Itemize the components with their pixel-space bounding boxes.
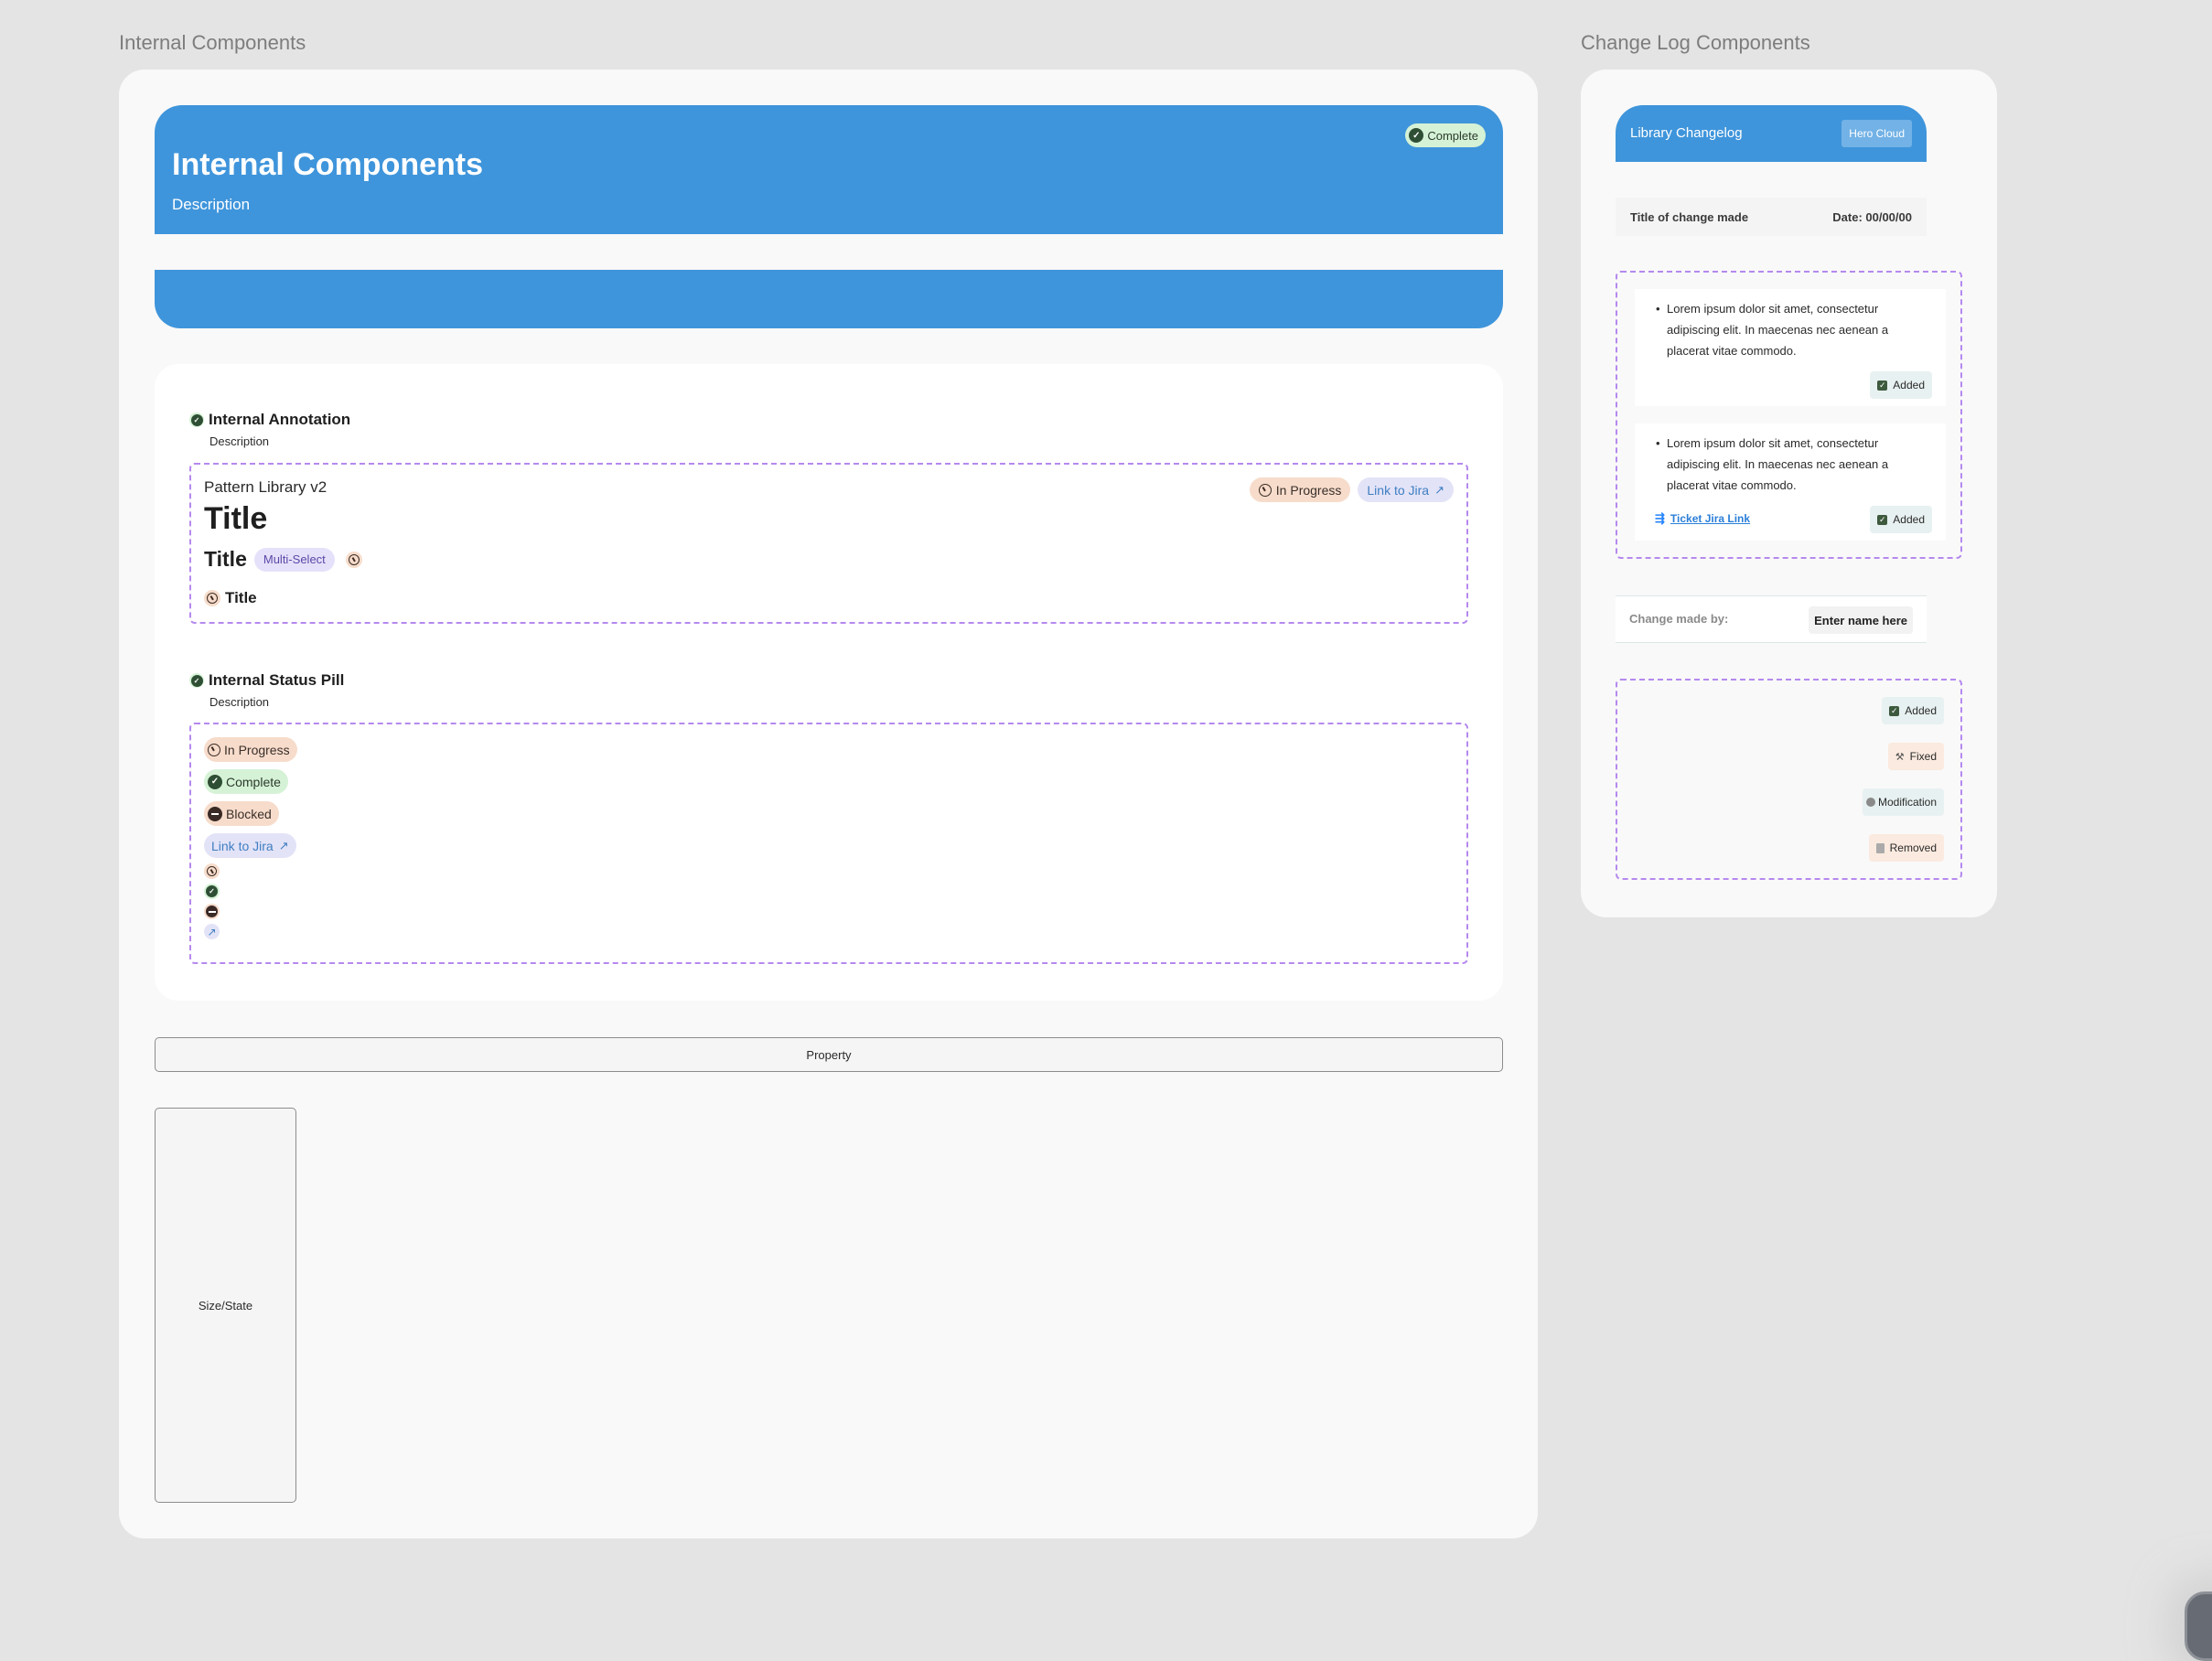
tag-label: Fixed <box>1909 750 1937 763</box>
changelog-title: Library Changelog <box>1630 125 1743 141</box>
pill-label: Blocked <box>226 806 272 821</box>
trash-icon <box>1875 842 1884 853</box>
tag-label: Added <box>1905 704 1937 717</box>
tag-added: ✓ Added <box>1870 506 1932 533</box>
pill-label: Link to Jira <box>1367 482 1430 498</box>
title-medium: Title <box>204 547 247 571</box>
bullet: • <box>1656 302 1660 316</box>
changelog-entries-frame: • Lorem ipsum dolor sit amet, consectetu… <box>1616 271 1962 559</box>
tag-label: Added <box>1893 513 1925 526</box>
section-title-text: Internal Annotation <box>209 411 351 428</box>
page-title: Internal Components <box>172 147 484 182</box>
jira-ticket-link[interactable]: ⇶ Ticket Jira Link <box>1655 511 1750 526</box>
check-circle-icon: ✓ <box>208 774 222 789</box>
check-circle-icon: ✓ <box>190 674 203 687</box>
section-description: Description <box>209 695 270 709</box>
change-date: Date: 00/00/00 <box>1832 210 1912 224</box>
change-title: Title of change made <box>1630 210 1749 224</box>
pill-label: Complete <box>226 774 281 789</box>
title-medium-row: Title Multi-Select <box>204 547 362 572</box>
author-label: Change made by: <box>1629 612 1729 626</box>
section-title-text: Internal Status Pill <box>209 671 345 689</box>
blocked-icon <box>208 806 222 821</box>
external-link-icon: ↗ <box>1434 482 1444 497</box>
size-state-box: Size/State <box>155 1108 296 1503</box>
status-pill-blocked: Blocked <box>204 801 279 826</box>
checkbox-icon: ✓ <box>1889 705 1900 716</box>
tag-label: Removed <box>1889 841 1937 854</box>
check-circle-icon: ✓ <box>1409 128 1424 143</box>
annotation-pills: In Progress Link to Jira ↗ <box>1249 477 1454 502</box>
tag-label: Modification <box>1877 796 1937 809</box>
changelog-entry: • Lorem ipsum dolor sit amet, consectetu… <box>1635 289 1946 406</box>
title-large: Title <box>204 501 268 536</box>
status-pill-in-progress: In Progress <box>1249 477 1351 502</box>
components-card: ✓ Internal Annotation Description Patter… <box>155 364 1503 1001</box>
bullet: • <box>1656 436 1660 450</box>
floating-widget-button[interactable] <box>2185 1591 2212 1661</box>
clock-icon <box>208 743 220 756</box>
change-log-panel: Library Changelog Hero Cloud Title of ch… <box>1581 70 1997 917</box>
jira-icon: ⇶ <box>1655 511 1665 525</box>
changelog-tags-frame: ✓ Added ⚒ Fixed Modification Removed <box>1616 679 1962 880</box>
changelog-header: Library Changelog Hero Cloud <box>1616 105 1927 162</box>
property-bar: Property <box>155 1037 1503 1072</box>
tag-added: ✓ Added <box>1870 371 1932 399</box>
tag-modification: Modification <box>1862 788 1944 816</box>
clock-icon <box>348 553 360 565</box>
check-circle-icon: ✓ <box>206 885 218 897</box>
pill-label: In Progress <box>224 742 290 757</box>
status-badge-label: Complete <box>1427 128 1478 143</box>
title-small: Title <box>225 589 257 606</box>
globe-icon <box>1865 798 1875 807</box>
author-name-input[interactable]: Enter name here <box>1809 606 1913 634</box>
clock-icon <box>207 593 218 604</box>
check-circle-icon: ✓ <box>190 413 203 426</box>
tag-fixed: ⚒ Fixed <box>1887 743 1944 770</box>
link-to-jira-pill[interactable]: Link to Jira ↗ <box>1358 477 1454 502</box>
blocked-icon <box>206 906 218 917</box>
jira-link-text[interactable]: Ticket Jira Link <box>1670 512 1750 525</box>
link-to-jira-pill[interactable]: Link to Jira ↗ <box>204 833 296 858</box>
multi-select-pill[interactable]: Multi-Select <box>253 547 335 572</box>
checkbox-icon: ✓ <box>1877 514 1888 525</box>
external-link-icon[interactable]: ↗ <box>204 924 220 939</box>
annotation-example-frame: Pattern Library v2 Title Title Multi-Sel… <box>189 463 1468 624</box>
status-pill-list: In Progress ✓ Complete Blocked Link to J… <box>204 737 297 939</box>
section-title-status-pill: ✓ Internal Status Pill <box>189 671 344 690</box>
tag-removed: Removed <box>1868 834 1944 862</box>
status-badge-complete: ✓ Complete <box>1405 123 1486 147</box>
changelog-entry: • Lorem ipsum dolor sit amet, consectetu… <box>1635 423 1946 541</box>
section-description: Description <box>209 434 270 448</box>
frame-label-internal-components: Internal Components <box>119 31 306 54</box>
entry-text: Lorem ipsum dolor sit amet, consectetur … <box>1667 302 1889 358</box>
clock-icon <box>1258 483 1272 497</box>
hammer-icon: ⚒ <box>1895 751 1905 763</box>
checkbox-icon: ✓ <box>1877 380 1888 391</box>
status-pill-in-progress: In Progress <box>204 737 297 762</box>
tag-label: Added <box>1893 379 1925 391</box>
clock-icon <box>207 866 217 876</box>
pill-label: In Progress <box>1275 482 1342 498</box>
entry-text: Lorem ipsum dolor sit amet, consectetur … <box>1667 436 1889 492</box>
external-link-icon: ↗ <box>278 838 289 852</box>
pill-label: Link to Jira <box>211 838 274 853</box>
icon-only-list: ✓ ↗ <box>204 863 220 939</box>
section-title-annotation: ✓ Internal Annotation <box>189 411 350 429</box>
title-small-row: Title <box>204 589 257 607</box>
change-title-row: Title of change made Date: 00/00/00 <box>1616 198 1927 236</box>
library-name: Pattern Library v2 <box>204 478 328 496</box>
change-author-row: Change made by: Enter name here <box>1616 595 1927 643</box>
tag-added: ✓ Added <box>1882 697 1944 724</box>
status-pill-complete: ✓ Complete <box>204 769 288 794</box>
page-description: Description <box>172 196 251 213</box>
status-pill-example-frame: In Progress ✓ Complete Blocked Link to J… <box>189 723 1468 964</box>
frame-label-change-log: Change Log Components <box>1581 31 1810 54</box>
header-bar-secondary <box>155 270 1503 328</box>
hero-cloud-badge: Hero Cloud <box>1842 120 1912 147</box>
page-header: Internal Components Description ✓ Comple… <box>155 105 1503 234</box>
